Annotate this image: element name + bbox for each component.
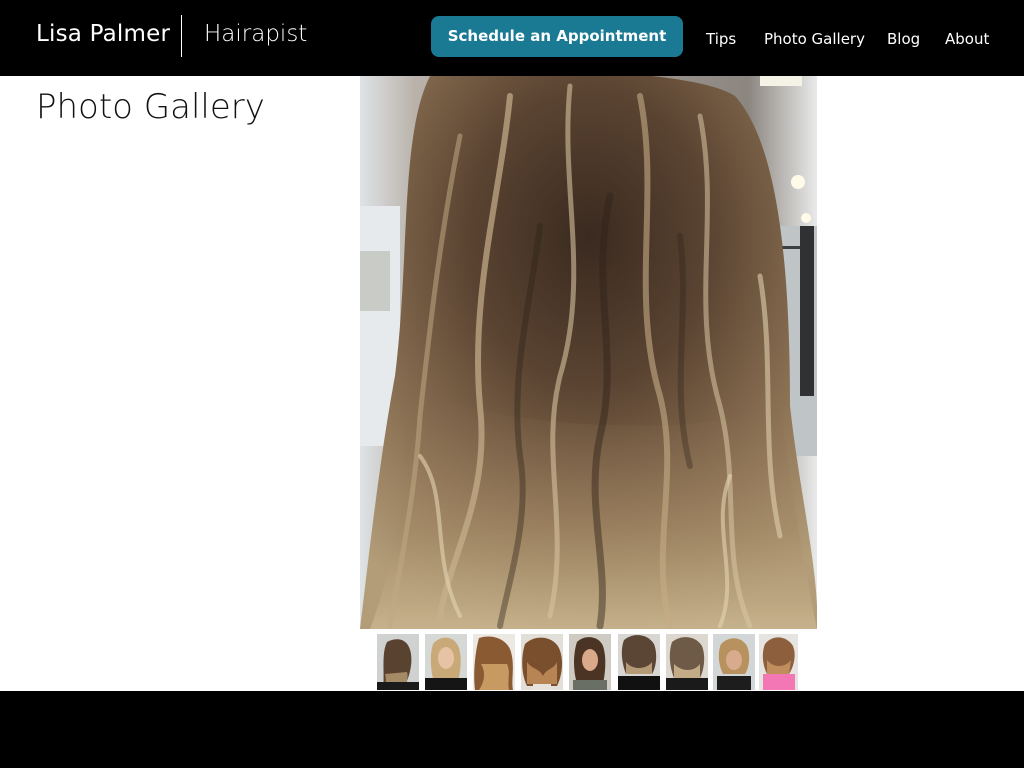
gallery-main-photo[interactable] bbox=[360, 76, 817, 629]
gallery-thumbnail[interactable] bbox=[425, 634, 467, 690]
nav-item-tips[interactable]: Tips bbox=[706, 28, 736, 50]
site-header: Lisa Palmer Hairapist Schedule an Appoin… bbox=[0, 0, 1024, 76]
gallery-thumbnail[interactable] bbox=[377, 634, 419, 690]
brand-divider bbox=[181, 15, 182, 57]
gallery-thumbnail[interactable] bbox=[618, 634, 660, 690]
gallery-thumbnail[interactable] bbox=[759, 634, 798, 690]
gallery-thumbnail-strip bbox=[377, 634, 798, 690]
gallery-thumbnail[interactable] bbox=[713, 634, 755, 690]
nav-item-photo-gallery[interactable]: Photo Gallery bbox=[764, 28, 865, 50]
nav-item-blog[interactable]: Blog bbox=[887, 28, 920, 50]
gallery-thumbnail[interactable] bbox=[473, 634, 515, 690]
nav-item-about[interactable]: About bbox=[945, 28, 989, 50]
schedule-appointment-button[interactable]: Schedule an Appointment bbox=[431, 16, 683, 57]
page: Lisa Palmer Hairapist Schedule an Appoin… bbox=[0, 0, 1024, 768]
gallery-thumbnail[interactable] bbox=[521, 634, 563, 690]
brand-tagline: Hairapist bbox=[204, 21, 308, 47]
page-title: Photo Gallery bbox=[36, 87, 265, 127]
gallery-thumbnail[interactable] bbox=[569, 634, 611, 690]
site-footer bbox=[0, 691, 1024, 768]
gallery-thumbnail[interactable] bbox=[666, 634, 708, 690]
brand-name-link[interactable]: Lisa Palmer bbox=[36, 19, 170, 49]
